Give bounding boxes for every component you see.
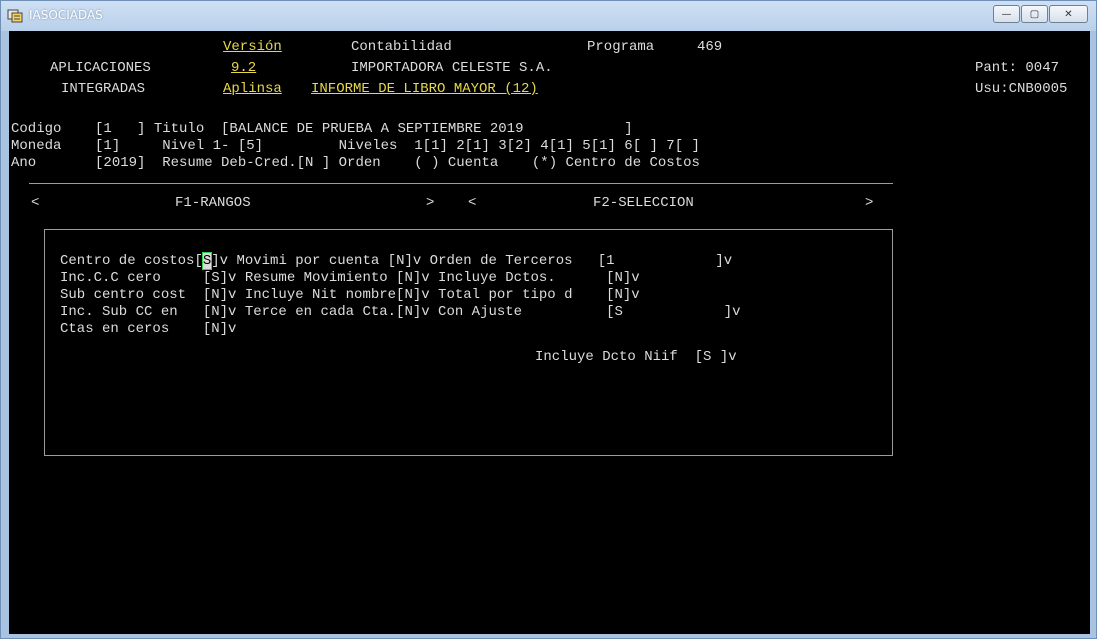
aplicaciones-label: APLICACIONES (50, 60, 151, 76)
programa-number: 469 (697, 39, 723, 55)
user-code: Usu:CNB0005 (975, 81, 1068, 97)
maximize-icon: ▢ (1029, 8, 1040, 20)
close-button[interactable]: ✕ (1049, 5, 1088, 23)
app-window: IASOCIADAS — ▢ ✕ Versión Contabilidad Pr… (0, 0, 1097, 639)
panel-row-inc-cc-cero[interactable]: Inc.C.C cero [S]v Resume Movimiento [N]v… (60, 270, 640, 287)
close-icon: ✕ (1064, 8, 1073, 20)
app-icon (7, 9, 23, 23)
moneda-row[interactable]: Moneda [1] Nivel 1- [5] Niveles 1[1] 2[1… (11, 138, 700, 155)
tab-prev-arrow[interactable]: < (31, 195, 39, 212)
integradas-label: INTEGRADAS (61, 81, 146, 97)
panel-row-dcto-niif[interactable]: Incluye Dcto Niif [S ]v (535, 349, 737, 366)
tab-rangos[interactable]: F1-RANGOS (175, 195, 251, 212)
tab-next-arrow[interactable]: > (865, 195, 873, 212)
text-cursor[interactable]: S (201, 252, 213, 270)
maximize-button[interactable]: ▢ (1021, 5, 1048, 23)
tab-seleccion[interactable]: F2-SELECCION (593, 195, 694, 212)
module-name: Contabilidad (351, 39, 452, 55)
panel-row-sub-centro[interactable]: Sub centro cost [N]v Incluye Nit nombre[… (60, 287, 640, 304)
minimize-button[interactable]: — (993, 5, 1020, 23)
aplinsa-label: Aplinsa (223, 81, 282, 97)
panel-row-centro-costos[interactable]: Centro de costos[S]v Movimi por cuenta [… (60, 252, 732, 270)
terminal-screen[interactable]: Versión Contabilidad Programa 469 APLICA… (9, 31, 1090, 634)
programa-label: Programa (587, 39, 655, 55)
minimize-icon: — (1001, 8, 1012, 20)
tab-switch-arrows[interactable]: > < (426, 195, 476, 212)
version-label: Versión (223, 39, 282, 55)
panel-row-ctas-ceros[interactable]: Ctas en ceros [N]v (60, 321, 236, 338)
title-bar[interactable]: IASOCIADAS — ▢ ✕ (1, 1, 1096, 31)
panel-row-inc-sub-cc[interactable]: Inc. Sub CC en [N]v Terce en cada Cta.[N… (60, 304, 741, 321)
version-value: 9.2 (231, 60, 257, 76)
screen-code: Pant: 0047 (975, 60, 1060, 76)
company-name: IMPORTADORA CELESTE S.A. (351, 60, 553, 76)
codigo-row[interactable]: Codigo [1 ] Titulo [BALANCE DE PRUEBA A … (11, 121, 633, 138)
separator-line (29, 183, 893, 184)
window-title: IASOCIADAS (29, 8, 103, 22)
ano-row[interactable]: Ano [2019] Resume Deb-Cred.[N ] Orden ( … (11, 155, 700, 172)
report-title: INFORME DE LIBRO MAYOR (12) (311, 81, 538, 97)
